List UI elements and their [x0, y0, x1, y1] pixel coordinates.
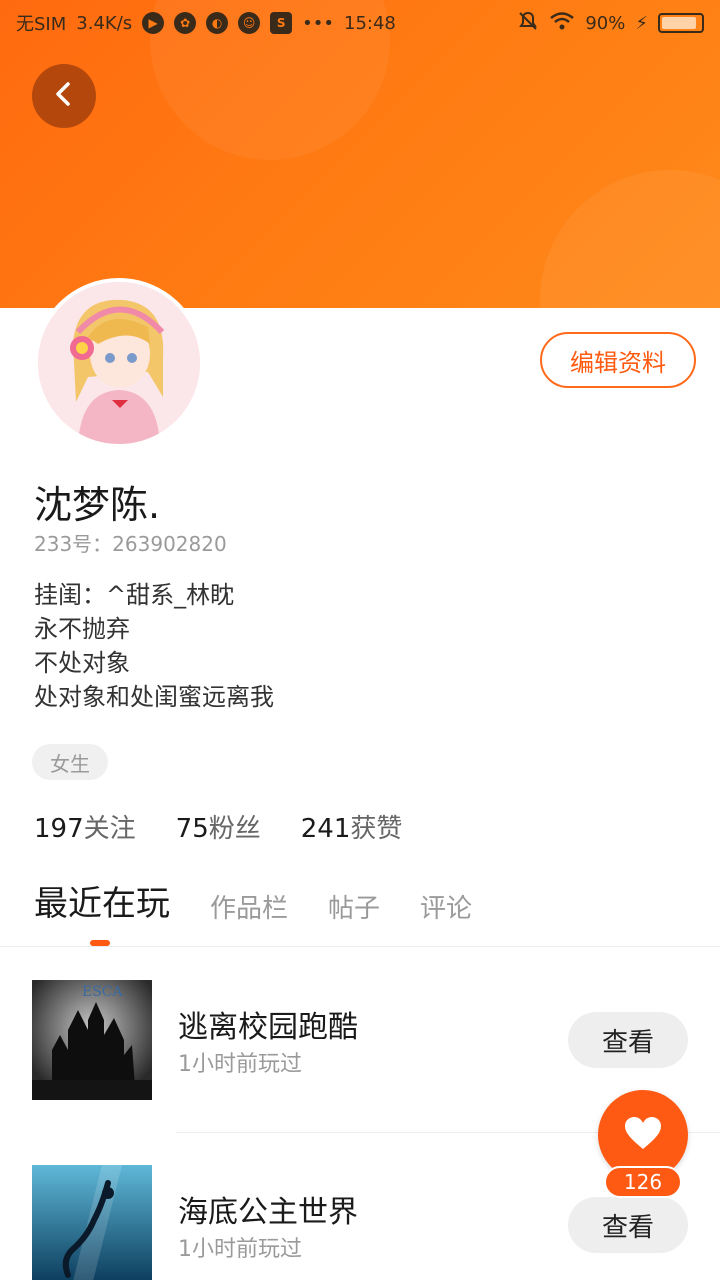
- heart-icon: [623, 1115, 663, 1155]
- stat-label: 粉丝: [208, 814, 261, 844]
- network-speed: 3.4K/s: [76, 12, 133, 34]
- username: 沈梦陈.: [34, 483, 161, 527]
- battery-percent: 90%: [585, 12, 626, 34]
- profile-tabs: 最近在玩 作品栏 帖子 评论: [34, 876, 472, 925]
- tab-posts[interactable]: 帖子: [328, 888, 380, 925]
- game-last-played: 1小时前玩过: [178, 1237, 302, 1262]
- stat-label: 获赞: [350, 814, 403, 844]
- stat-number: 75: [175, 814, 209, 844]
- stat-following[interactable]: 197关注: [34, 808, 136, 845]
- clock: 15:48: [344, 12, 396, 34]
- view-button[interactable]: 查看: [568, 1012, 688, 1068]
- charging-icon: ⚡: [635, 12, 648, 34]
- thumbnail-text: ESCA: [82, 984, 124, 1000]
- planet-icon: ◐: [206, 12, 229, 34]
- carrier-text: 无SIM: [16, 14, 67, 35]
- like-count: 126: [604, 1166, 682, 1198]
- divider: [0, 946, 720, 947]
- battery-icon: [658, 13, 704, 33]
- mute-bell-icon: [517, 10, 539, 37]
- stats-row: 197关注 75粉丝 241获赞: [34, 808, 402, 845]
- header-decoration: [540, 170, 720, 308]
- edit-profile-button[interactable]: 编辑资料: [540, 332, 696, 388]
- tab-works[interactable]: 作品栏: [210, 888, 288, 925]
- mascot-icon: ☺: [238, 12, 261, 34]
- wifi-icon: [549, 11, 575, 36]
- bio: 挂闺：^甜系_林眈 永不抛弃 不处对象 处对象和处闺蜜远离我: [34, 578, 274, 714]
- chevron-left-icon: [50, 80, 78, 112]
- status-bar: 无SIM 3.4K/s ▶ ✿ ◐ ☺ S ••• 15:48 90% ⚡: [0, 0, 720, 46]
- s-app-icon: S: [270, 12, 293, 34]
- view-button[interactable]: 查看: [568, 1197, 688, 1253]
- game-title: 海底公主世界: [178, 1195, 358, 1230]
- game-thumbnail: [32, 1165, 152, 1280]
- gender-tag: 女生: [32, 744, 108, 780]
- avatar[interactable]: [34, 278, 204, 448]
- tab-recently-played[interactable]: 最近在玩: [34, 876, 170, 925]
- game-thumbnail: ESCA: [32, 980, 152, 1100]
- play-icon: ▶: [142, 12, 165, 34]
- status-left: 无SIM 3.4K/s ▶ ✿ ◐ ☺ S ••• 15:48: [16, 10, 396, 36]
- game-title: 逃离校园跑酷: [178, 1010, 358, 1045]
- stat-number: 197: [34, 814, 84, 844]
- bio-line: 挂闺：^甜系_林眈: [34, 581, 235, 609]
- more-notifications: •••: [302, 12, 334, 34]
- bio-line: 处对象和处闺蜜远离我: [34, 683, 274, 711]
- bio-line: 永不抛弃: [34, 615, 130, 643]
- tab-comments[interactable]: 评论: [420, 888, 472, 925]
- stat-followers[interactable]: 75粉丝: [176, 808, 261, 845]
- user-id: 233号：263902820: [34, 532, 227, 556]
- status-right: 90% ⚡: [517, 10, 704, 37]
- stat-likes[interactable]: 241获赞: [301, 808, 403, 845]
- palette-icon: ✿: [174, 12, 197, 34]
- stat-number: 241: [300, 814, 351, 844]
- game-last-played: 1小时前玩过: [178, 1052, 302, 1077]
- profile-header-banner: 无SIM 3.4K/s ▶ ✿ ◐ ☺ S ••• 15:48 90% ⚡: [0, 0, 720, 308]
- back-button[interactable]: [32, 64, 96, 128]
- bio-line: 不处对象: [34, 649, 130, 677]
- stat-label: 关注: [83, 814, 136, 844]
